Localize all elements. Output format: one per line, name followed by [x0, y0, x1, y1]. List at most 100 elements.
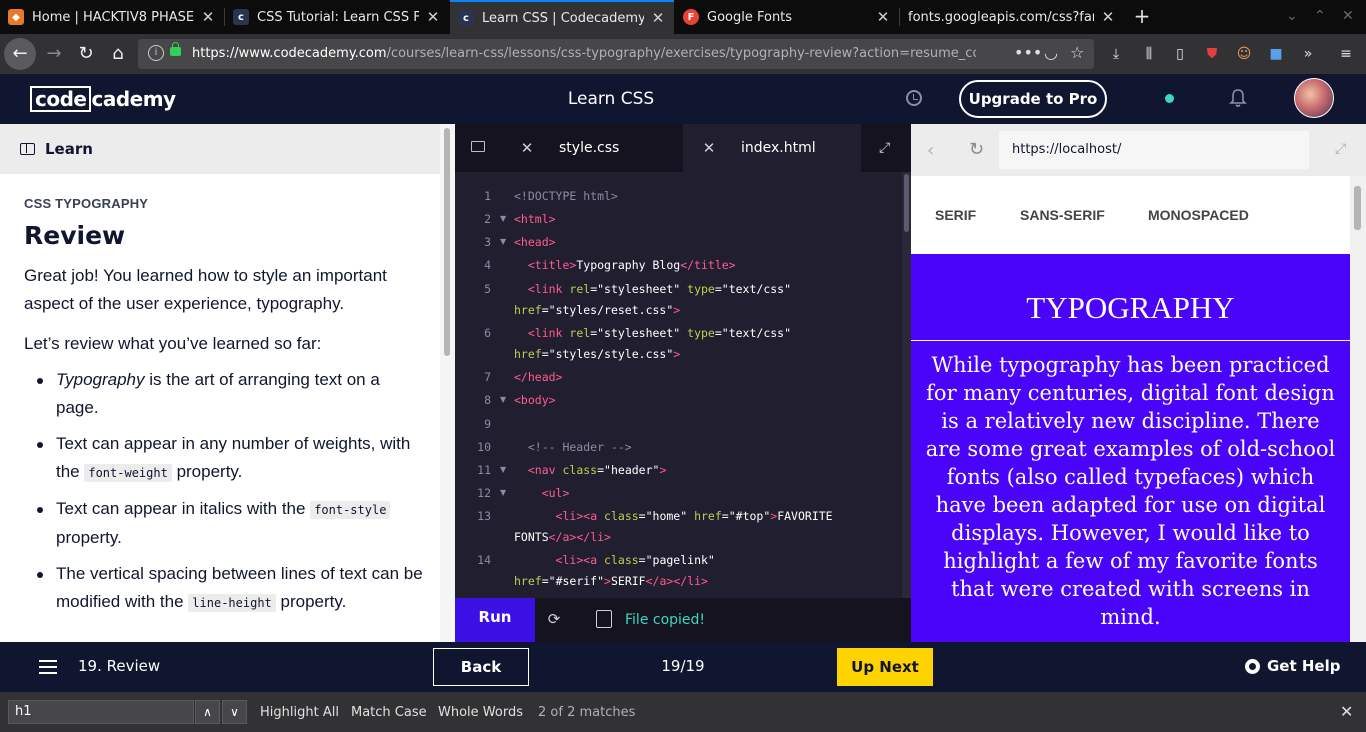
menu-hamburger-icon[interactable]: ≡: [1336, 44, 1356, 64]
close-icon[interactable]: ✕: [1340, 702, 1353, 721]
back-button[interactable]: Back: [433, 648, 529, 686]
expand-icon[interactable]: ⤢: [1335, 141, 1346, 157]
overflow-chevron-icon[interactable]: »: [1298, 44, 1318, 64]
bookmark-star-icon[interactable]: ☆: [1070, 43, 1084, 62]
more-actions-icon[interactable]: •••: [1014, 43, 1042, 62]
ublock-icon[interactable]: ⛊: [1202, 44, 1222, 64]
browser-tab-hacktiv8[interactable]: ◆ Home | HACKTIV8 PHASE 0 ✕: [0, 0, 224, 34]
preview-hero: TYPOGRAPHY While typography has been pra…: [911, 254, 1350, 642]
preview-reload-icon[interactable]: ↻: [969, 139, 984, 160]
code-line[interactable]: <!DOCTYPE html>: [514, 189, 618, 203]
home-icon[interactable]: ⌂: [102, 38, 134, 70]
nav-link-serif[interactable]: SERIF: [935, 207, 976, 223]
download-icon[interactable]: ⤓: [1106, 44, 1126, 64]
code-line[interactable]: href="styles/reset.css">: [514, 303, 680, 317]
minimize-icon[interactable]: ⌃: [1314, 8, 1326, 24]
chevron-down-icon[interactable]: ⌄: [1286, 8, 1298, 24]
fold-arrow-icon[interactable]: ▼: [500, 237, 506, 246]
find-input[interactable]: h1: [8, 700, 194, 724]
match-case-toggle[interactable]: Match Case: [351, 705, 427, 720]
upgrade-to-pro-button[interactable]: Upgrade to Pro: [959, 80, 1107, 118]
lesson-breadcrumb[interactable]: 19. Review: [78, 657, 160, 675]
browser-tab-learn-css[interactable]: c Learn CSS | Codecademy ✕: [450, 0, 674, 34]
refresh-icon[interactable]: ⟳: [546, 611, 562, 627]
code-line[interactable]: <link rel="stylesheet" type="text/css": [514, 326, 791, 340]
fold-arrow-icon[interactable]: ▼: [500, 395, 506, 404]
code-line[interactable]: <head>: [514, 235, 556, 249]
reload-icon[interactable]: ↻: [70, 38, 102, 70]
fold-arrow-icon[interactable]: ▼: [500, 214, 506, 223]
find-previous-icon[interactable]: ∧: [195, 700, 220, 724]
code-line[interactable]: <li><a class="home" href="#top">FAVORITE: [514, 509, 833, 523]
line-number: 6: [484, 326, 491, 340]
highlight-all-toggle[interactable]: Highlight All: [260, 705, 339, 720]
learn-scrollbar[interactable]: [440, 124, 455, 642]
url-bar[interactable]: i https://www.codecademy.com/courses/lea…: [138, 39, 1094, 69]
menu-hamburger-icon[interactable]: [39, 660, 57, 674]
url-text[interactable]: https://www.codecademy.com/courses/learn…: [192, 46, 976, 61]
info-icon[interactable]: i: [148, 45, 164, 61]
codecademy-header: code cademy Learn CSS Upgrade to Pro: [0, 74, 1366, 124]
close-tab-icon[interactable]: ✕: [425, 8, 441, 26]
clock-icon[interactable]: [906, 90, 922, 106]
close-icon[interactable]: ✕: [699, 139, 719, 157]
folder-icon[interactable]: [471, 141, 485, 152]
find-next-icon[interactable]: ∨: [222, 700, 247, 724]
editor-scrollbar[interactable]: [902, 172, 911, 598]
back-arrow-icon[interactable]: ←: [4, 38, 36, 70]
learn-tab[interactable]: Learn: [0, 124, 440, 174]
code-line[interactable]: </head>: [514, 370, 562, 384]
new-tab-plus-icon[interactable]: +: [1130, 4, 1154, 28]
browser-tab-css-tutorial[interactable]: c CSS Tutorial: Learn CSS For Free ✕: [225, 0, 449, 34]
run-button[interactable]: Run: [455, 598, 535, 642]
hero-divider: [911, 340, 1350, 341]
library-icon[interactable]: ⫼: [1139, 44, 1159, 64]
expand-icon[interactable]: ⤢: [879, 140, 890, 156]
code-line[interactable]: <li><a class="pagelink": [514, 553, 715, 567]
code-line[interactable]: <title>Typography Blog</title>: [514, 258, 736, 272]
preview-back-icon[interactable]: ‹: [927, 140, 934, 161]
tab-index-html[interactable]: ✕ index.html: [683, 124, 861, 172]
sidebar-icon[interactable]: ▯: [1170, 44, 1190, 64]
code-line[interactable]: href="styles/style.css">: [514, 347, 680, 361]
scrollbar-thumb[interactable]: [1354, 186, 1361, 230]
browser-tab-googleapis[interactable]: fonts.googleapis.com/css?family= ✕: [900, 0, 1124, 34]
fold-arrow-icon[interactable]: ▼: [500, 488, 506, 497]
line-number: 4: [484, 258, 491, 272]
whole-words-toggle[interactable]: Whole Words: [438, 705, 523, 720]
preview-url[interactable]: https://localhost/: [999, 131, 1309, 169]
close-tab-icon[interactable]: ✕: [650, 9, 666, 27]
avatar[interactable]: [1294, 78, 1334, 118]
close-tab-icon[interactable]: ✕: [1100, 8, 1116, 26]
code-line[interactable]: FONTS</a></li>: [514, 530, 611, 544]
code-line[interactable]: <!-- Header -->: [514, 440, 632, 454]
code-line[interactable]: <nav class="header">: [514, 463, 667, 477]
code-line[interactable]: <html>: [514, 212, 556, 226]
editor-tab-bar: ✕ style.css ✕ index.html ⤢: [455, 124, 911, 172]
code-area[interactable]: <!DOCTYPE html> <html> <head> <title>Typog…: [514, 172, 894, 598]
pocket-icon[interactable]: ◡: [1044, 43, 1058, 62]
code-line[interactable]: <body>: [514, 393, 556, 407]
copy-file-icon[interactable]: [596, 610, 612, 628]
nav-link-sans-serif[interactable]: SANS-SERIF: [1020, 207, 1105, 223]
close-icon[interactable]: ✕: [517, 139, 537, 157]
code-line[interactable]: <link rel="stylesheet" type="text/css": [514, 282, 791, 296]
code-line[interactable]: <ul>: [514, 486, 570, 500]
get-help-button[interactable]: Get Help: [1245, 657, 1340, 675]
fold-arrow-icon[interactable]: ▼: [500, 465, 506, 474]
bell-icon[interactable]: [1229, 88, 1247, 108]
close-tab-icon[interactable]: ✕: [875, 8, 891, 26]
close-tab-icon[interactable]: ✕: [200, 8, 216, 26]
code-line[interactable]: href="#serif">SERIF</a></li>: [514, 574, 708, 588]
browser-tab-google-fonts[interactable]: F Google Fonts ✕: [675, 0, 899, 34]
extension-icon[interactable]: ■: [1266, 44, 1286, 64]
forward-arrow-icon[interactable]: →: [38, 38, 70, 70]
up-next-button[interactable]: Up Next: [837, 648, 933, 686]
scrollbar-thumb[interactable]: [444, 128, 450, 356]
preview-scrollbar[interactable]: [1350, 176, 1366, 642]
extension-icon[interactable]: ☺: [1234, 44, 1254, 64]
nav-link-monospaced[interactable]: MONOSPACED: [1148, 207, 1249, 223]
tab-style-css[interactable]: ✕ style.css: [505, 124, 683, 172]
scrollbar-thumb[interactable]: [904, 174, 909, 232]
close-window-icon[interactable]: ✕: [1342, 8, 1354, 24]
